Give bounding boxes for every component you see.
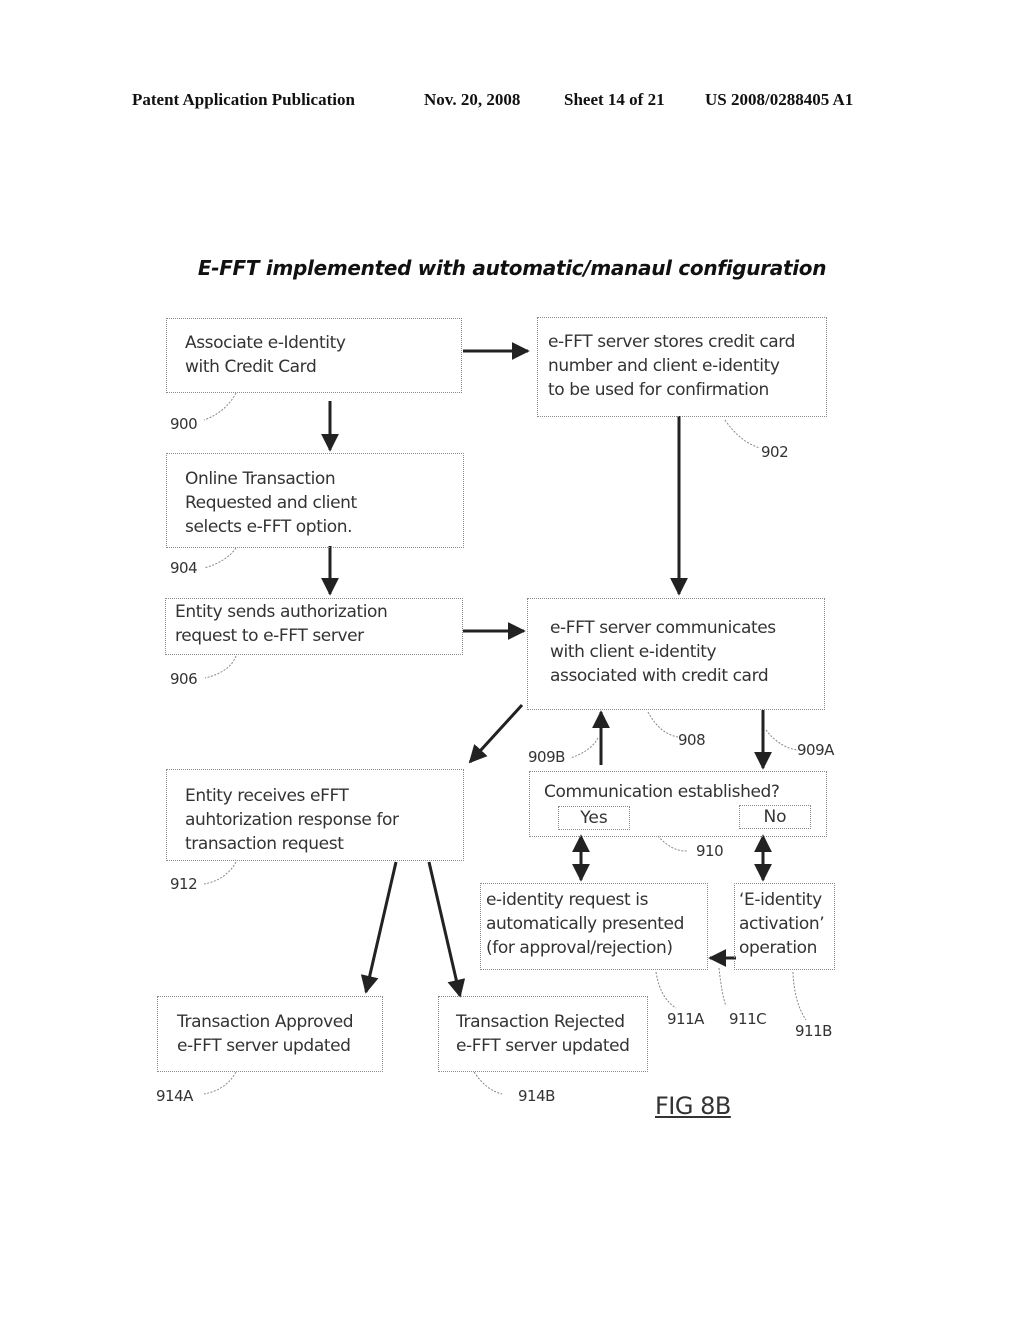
node-900-text: Associate e-Identity with Credit Card: [185, 333, 346, 377]
ref-912: 912: [170, 875, 198, 893]
ref-908: 908: [678, 731, 706, 749]
leader-909b: [569, 737, 599, 759]
leader-912: [203, 861, 237, 885]
node-910-text: Communication established?: [544, 782, 780, 802]
node-914a: Transaction Approved e-FFT server update…: [157, 996, 383, 1072]
leader-900: [203, 392, 237, 421]
ref-909a: 909A: [797, 741, 834, 759]
ref-911a: 911A: [667, 1010, 704, 1028]
connectors: [203, 342, 807, 1095]
option-no: No: [739, 805, 811, 829]
leader-914a: [203, 1071, 237, 1095]
node-914b: Transaction Rejected e-FFT server update…: [438, 996, 648, 1072]
ref-911c: 911C: [729, 1010, 767, 1028]
leader-910: [657, 835, 689, 852]
arrow-912-to-914a: [360, 861, 398, 994]
leader-914b: [473, 1071, 503, 1095]
ref-906: 906: [170, 670, 198, 688]
ref-914b: 914B: [518, 1087, 555, 1105]
ref-914a: 914A: [156, 1087, 193, 1105]
leader-911b: [792, 971, 807, 1021]
leader-908: [647, 711, 679, 738]
ref-909b: 909B: [528, 748, 565, 766]
leader-904: [203, 547, 237, 569]
ref-910: 910: [696, 842, 724, 860]
node-900: Associate e-Identity with Credit Card: [166, 318, 462, 393]
node-906-text: Entity sends authorization request to e-…: [175, 602, 388, 646]
node-902-text: e-FFT server stores credit card number a…: [548, 332, 795, 400]
ref-900: 900: [170, 415, 198, 433]
leader-909a: [765, 729, 799, 751]
ref-904: 904: [170, 559, 198, 577]
figure-label: FIG 8B: [655, 1092, 731, 1120]
leader-902: [724, 419, 761, 449]
node-908: e-FFT server communicates with client e-…: [527, 598, 825, 710]
node-911b: ‘E-identity activation’ operation: [734, 883, 835, 970]
leader-911c: [718, 967, 727, 1007]
arrow-908-to-912: [468, 703, 524, 764]
option-yes: Yes: [558, 806, 630, 830]
node-912-text: Entity receives eFFT auhtorization respo…: [185, 786, 399, 854]
node-906: Entity sends authorization request to e-…: [165, 598, 463, 655]
node-904: Online Transaction Requested and client …: [166, 453, 464, 548]
leader-911a: [655, 971, 677, 1009]
node-914b-text: Transaction Rejected e-FFT server update…: [456, 1012, 630, 1056]
ref-902: 902: [761, 443, 789, 461]
ref-911b: 911B: [795, 1022, 832, 1040]
node-908-text: e-FFT server communicates with client e-…: [550, 618, 776, 686]
leader-906: [204, 655, 237, 679]
node-904-text: Online Transaction Requested and client …: [185, 469, 357, 537]
node-911a-text: e-identity request is automatically pres…: [486, 890, 684, 958]
node-912: Entity receives eFFT auhtorization respo…: [166, 769, 464, 861]
node-911a: e-identity request is automatically pres…: [480, 883, 708, 970]
node-911b-text: ‘E-identity activation’ operation: [739, 890, 825, 958]
arrow-912-to-914b: [427, 861, 466, 998]
node-914a-text: Transaction Approved e-FFT server update…: [177, 1012, 354, 1056]
node-902: e-FFT server stores credit card number a…: [537, 317, 827, 417]
